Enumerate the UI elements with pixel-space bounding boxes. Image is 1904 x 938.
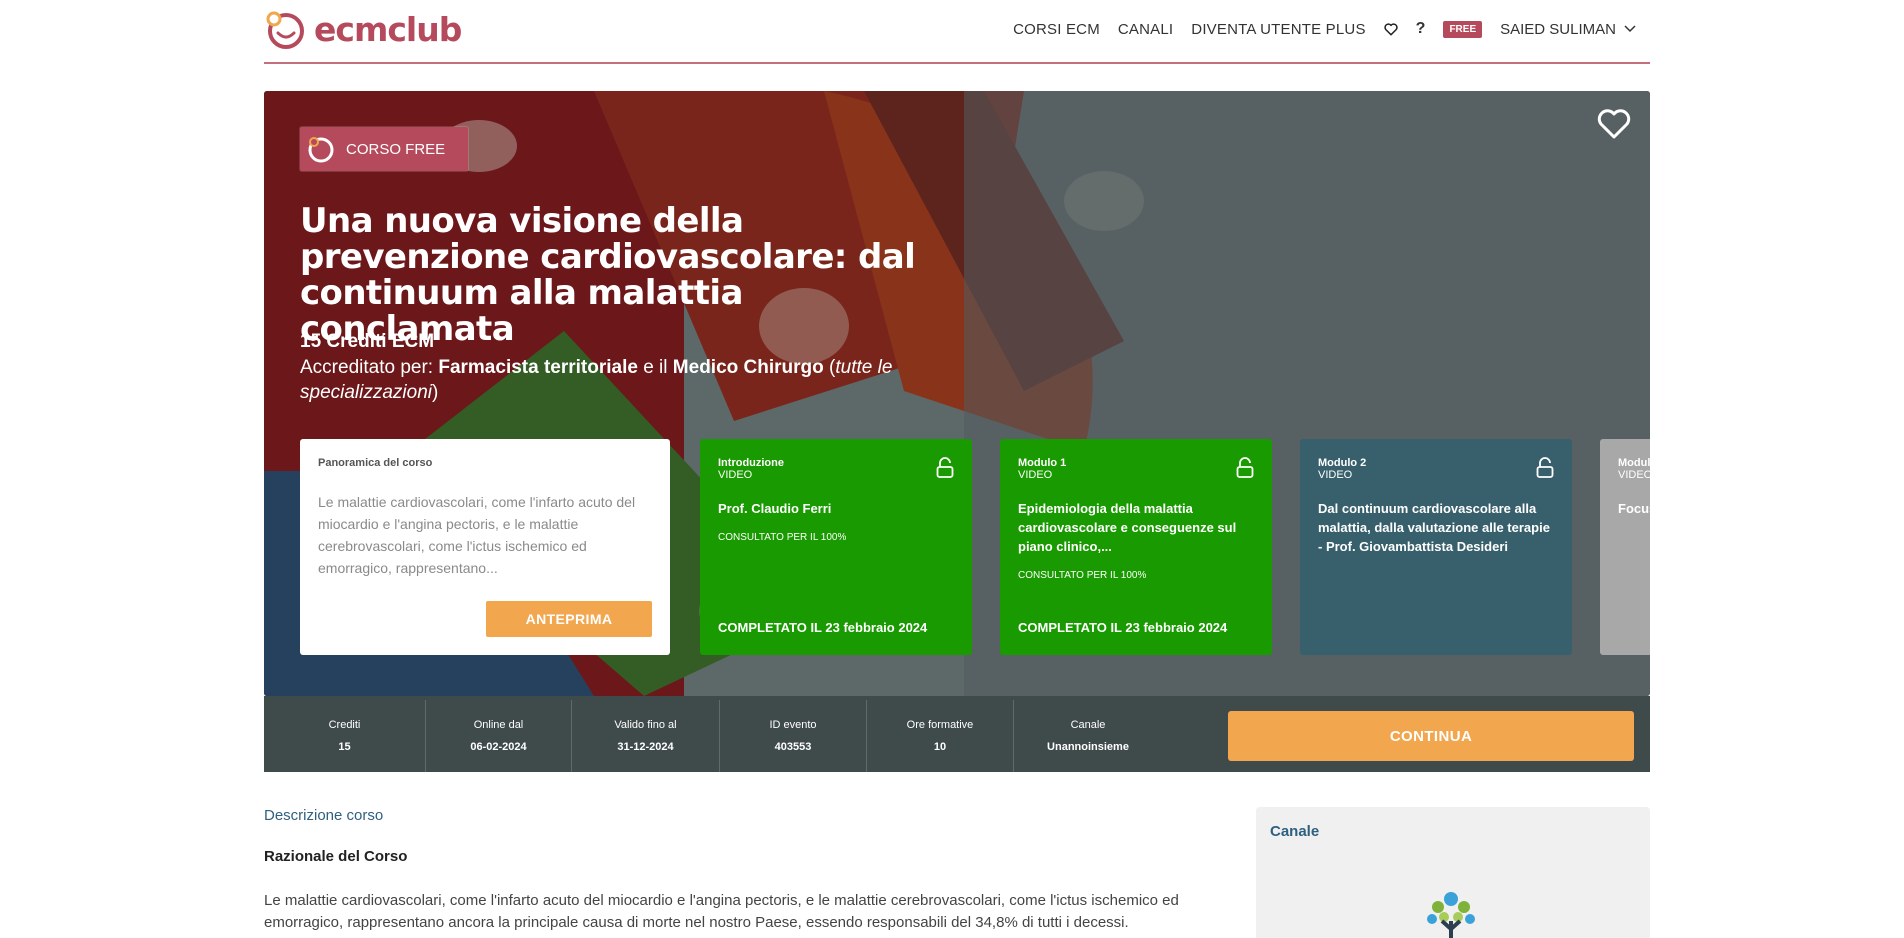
accr-mid: e il	[637, 357, 673, 378]
module-name: Introduzione	[718, 457, 784, 469]
module-title: Focus on... Giovambattista	[1618, 501, 1650, 516]
nav-diventa-plus[interactable]: DIVENTA UTENTE PLUS	[1191, 21, 1365, 38]
accr-close: )	[432, 382, 439, 403]
module-type: VIDEO	[1318, 469, 1353, 481]
overview-text: Le malattie cardiovascolari, come l'infa…	[318, 494, 636, 576]
module-consulted: CONSULTATO PER IL 100%	[718, 532, 847, 543]
chevron-down-icon	[1624, 25, 1636, 33]
info-value: 06-02-2024	[470, 741, 527, 753]
channel-logo-tree-icon[interactable]	[1418, 887, 1484, 938]
module-completed: COMPLETATO IL 23 febbraio 2024	[718, 620, 928, 635]
module-type: VIDEO	[1018, 469, 1053, 481]
help-icon[interactable]: ?	[1416, 20, 1426, 38]
unlock-icon	[936, 457, 954, 478]
favorites-heart-icon[interactable]	[1384, 22, 1398, 36]
module-name: Modulo 1	[1018, 457, 1067, 469]
main-nav: CORSI ECM CANALI DIVENTA UTENTE PLUS ? F…	[1013, 0, 1636, 58]
description-subtitle: Razionale del Corso	[264, 848, 408, 865]
info-event-id: ID evento 403553	[720, 700, 867, 772]
top-header: ecmclub CORSI ECM CANALI DIVENTA UTENTE …	[264, 0, 1650, 64]
module-completed: COMPLETATO IL 23 febbraio 2024	[1018, 620, 1228, 635]
description-text: Le malattie cardiovascolari, come l'infa…	[264, 892, 1179, 931]
course-info-cells: Crediti 15 Online dal 06-02-2024 Valido …	[264, 700, 1162, 772]
info-training-hours: Ore formative 10	[867, 700, 1014, 772]
add-favorite-heart-icon[interactable]	[1596, 107, 1632, 141]
preview-button[interactable]: ANTEPRIMA	[486, 601, 652, 637]
ecmclub-logo[interactable]: ecmclub	[264, 7, 462, 51]
channel-box-title: Canale	[1270, 823, 1320, 840]
unlock-icon	[1236, 457, 1254, 478]
module-title: Prof. Claudio Ferri	[718, 501, 832, 516]
module-title: Epidemiologia della malattia cardiovasco…	[1018, 501, 1237, 554]
info-valid-until: Valido fino al 31-12-2024	[572, 700, 720, 772]
course-title: Una nuova visione della prevenzione card…	[300, 201, 916, 349]
module-name: Modulo 3	[1618, 457, 1650, 469]
accr-role-pharmacist: Farmacista territoriale	[438, 357, 638, 378]
accr-open: (	[823, 357, 836, 378]
accr-role-doctor: Medico Chirurgo	[672, 357, 824, 378]
continue-button[interactable]: CONTINUA	[1228, 711, 1634, 761]
module-type: VIDEO	[1618, 469, 1650, 481]
info-value: 31-12-2024	[617, 741, 674, 753]
user-name: SAIED SULIMAN	[1500, 20, 1616, 38]
info-channel: Canale Unannoinsieme	[1014, 700, 1162, 772]
unlock-icon	[1536, 457, 1554, 478]
info-value: 10	[933, 741, 947, 753]
info-label: Canale	[1070, 719, 1106, 731]
accr-prefix: Accreditato per:	[300, 357, 439, 378]
channel-box: Canale	[1256, 807, 1650, 938]
info-value: 403553	[774, 741, 812, 753]
free-logo-icon	[308, 137, 334, 163]
info-label: Valido fino al	[614, 719, 677, 731]
user-menu[interactable]: SAIED SULIMAN	[1500, 21, 1636, 38]
info-value: 15	[338, 741, 351, 753]
info-label: Crediti	[328, 719, 361, 731]
module-type: VIDEO	[718, 469, 753, 481]
nav-corsi-ecm[interactable]: CORSI ECM	[1013, 21, 1100, 38]
overview-label: Panoramica del corso	[318, 457, 433, 469]
description-title: Descrizione corso	[264, 807, 384, 824]
free-badge: FREE	[1443, 20, 1483, 38]
nav-canali[interactable]: CANALI	[1118, 21, 1173, 38]
info-label: ID evento	[769, 719, 817, 731]
info-online-from: Online dal 06-02-2024	[426, 700, 572, 772]
info-label: Online dal	[473, 719, 524, 731]
info-value: Unannoinsieme	[1047, 741, 1129, 753]
corso-free-label: CORSO FREE	[346, 140, 446, 158]
course-overview-card: Panoramica del corso Le malattie cardiov…	[300, 439, 670, 655]
corso-free-badge: CORSO FREE	[300, 127, 468, 171]
module-card-intro[interactable]: Introduzione VIDEO Prof. Claudio Ferri C…	[700, 439, 972, 655]
info-label: Ore formative	[906, 719, 974, 731]
module-card-3[interactable]: Modulo 3 VIDEO Focus on... Giovambattist…	[1600, 439, 1650, 655]
logo-text: ecmclub	[314, 9, 462, 49]
course-hero: CORSO FREE Una nuova visione della preve…	[264, 91, 1650, 696]
logo-icon	[266, 11, 304, 49]
info-credits: Crediti 15	[264, 700, 426, 772]
module-title: Dal continuum cardiovascolare alla malat…	[1318, 501, 1550, 554]
accreditation-text: Accreditato per: Farmacista territoriale…	[300, 355, 1020, 405]
module-card-1[interactable]: Modulo 1 VIDEO Epidemiologia della malat…	[1000, 439, 1272, 655]
course-credits: 15 Crediti ECM	[300, 331, 435, 352]
page: ecmclub CORSI ECM CANALI DIVENTA UTENTE …	[0, 0, 1904, 938]
module-name: Modulo 2	[1318, 457, 1367, 469]
module-card-2[interactable]: Modulo 2 VIDEO Dal continuum cardiovasco…	[1300, 439, 1572, 655]
module-consulted: CONSULTATO PER IL 100%	[1018, 570, 1147, 581]
